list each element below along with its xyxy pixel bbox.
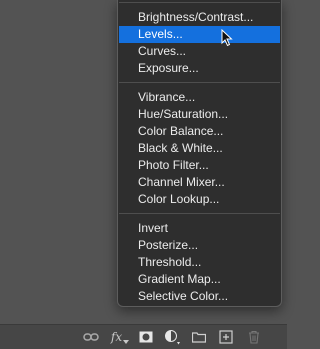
adjustment-layer-menu: Brightness/Contrast... Levels... Curves.… (117, 0, 282, 307)
fx-icon[interactable]: fx (110, 329, 130, 345)
menu-item-posterize[interactable]: Posterize... (119, 237, 280, 254)
adjustment-layer-icon[interactable] (163, 329, 181, 345)
menu-item-threshold[interactable]: Threshold... (119, 254, 280, 271)
menu-item-selective-color[interactable]: Selective Color... (119, 288, 280, 305)
menu-item-invert[interactable]: Invert (119, 220, 280, 237)
menu-separator (119, 213, 280, 214)
menu-item-channel-mixer[interactable]: Channel Mixer... (119, 174, 280, 191)
fx-label: fx (110, 330, 123, 344)
menu-item-exposure[interactable]: Exposure... (119, 60, 280, 77)
menu-item-hue-saturation[interactable]: Hue/Saturation... (119, 106, 280, 123)
menu-separator (119, 2, 280, 3)
menu-item-curves[interactable]: Curves... (119, 43, 280, 60)
menu-item-gradient-map[interactable]: Gradient Map... (119, 271, 280, 288)
layers-panel-toolbar: fx (0, 324, 287, 349)
new-layer-icon[interactable] (217, 329, 235, 345)
trash-icon[interactable] (245, 329, 263, 345)
menu-separator (119, 82, 280, 83)
menu-item-photo-filter[interactable]: Photo Filter... (119, 157, 280, 174)
menu-item-color-balance[interactable]: Color Balance... (119, 123, 280, 140)
menu-item-vibrance[interactable]: Vibrance... (119, 89, 280, 106)
menu-item-levels[interactable]: Levels... (119, 26, 280, 43)
menu-item-color-lookup[interactable]: Color Lookup... (119, 191, 280, 208)
link-icon[interactable] (82, 329, 100, 345)
mouse-cursor-icon (221, 28, 233, 52)
menu-item-black-white[interactable]: Black & White... (119, 140, 280, 157)
folder-icon[interactable] (190, 329, 208, 345)
mask-icon[interactable] (137, 329, 155, 345)
menu-item-brightness-contrast[interactable]: Brightness/Contrast... (119, 9, 280, 26)
